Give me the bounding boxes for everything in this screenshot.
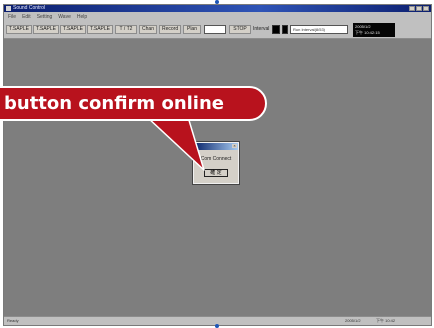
callout-pointer <box>146 116 205 171</box>
callout-text: button confirm online <box>4 93 224 114</box>
bottom-anchor-dot <box>215 324 219 328</box>
annotation-callout: button confirm online <box>0 86 267 121</box>
